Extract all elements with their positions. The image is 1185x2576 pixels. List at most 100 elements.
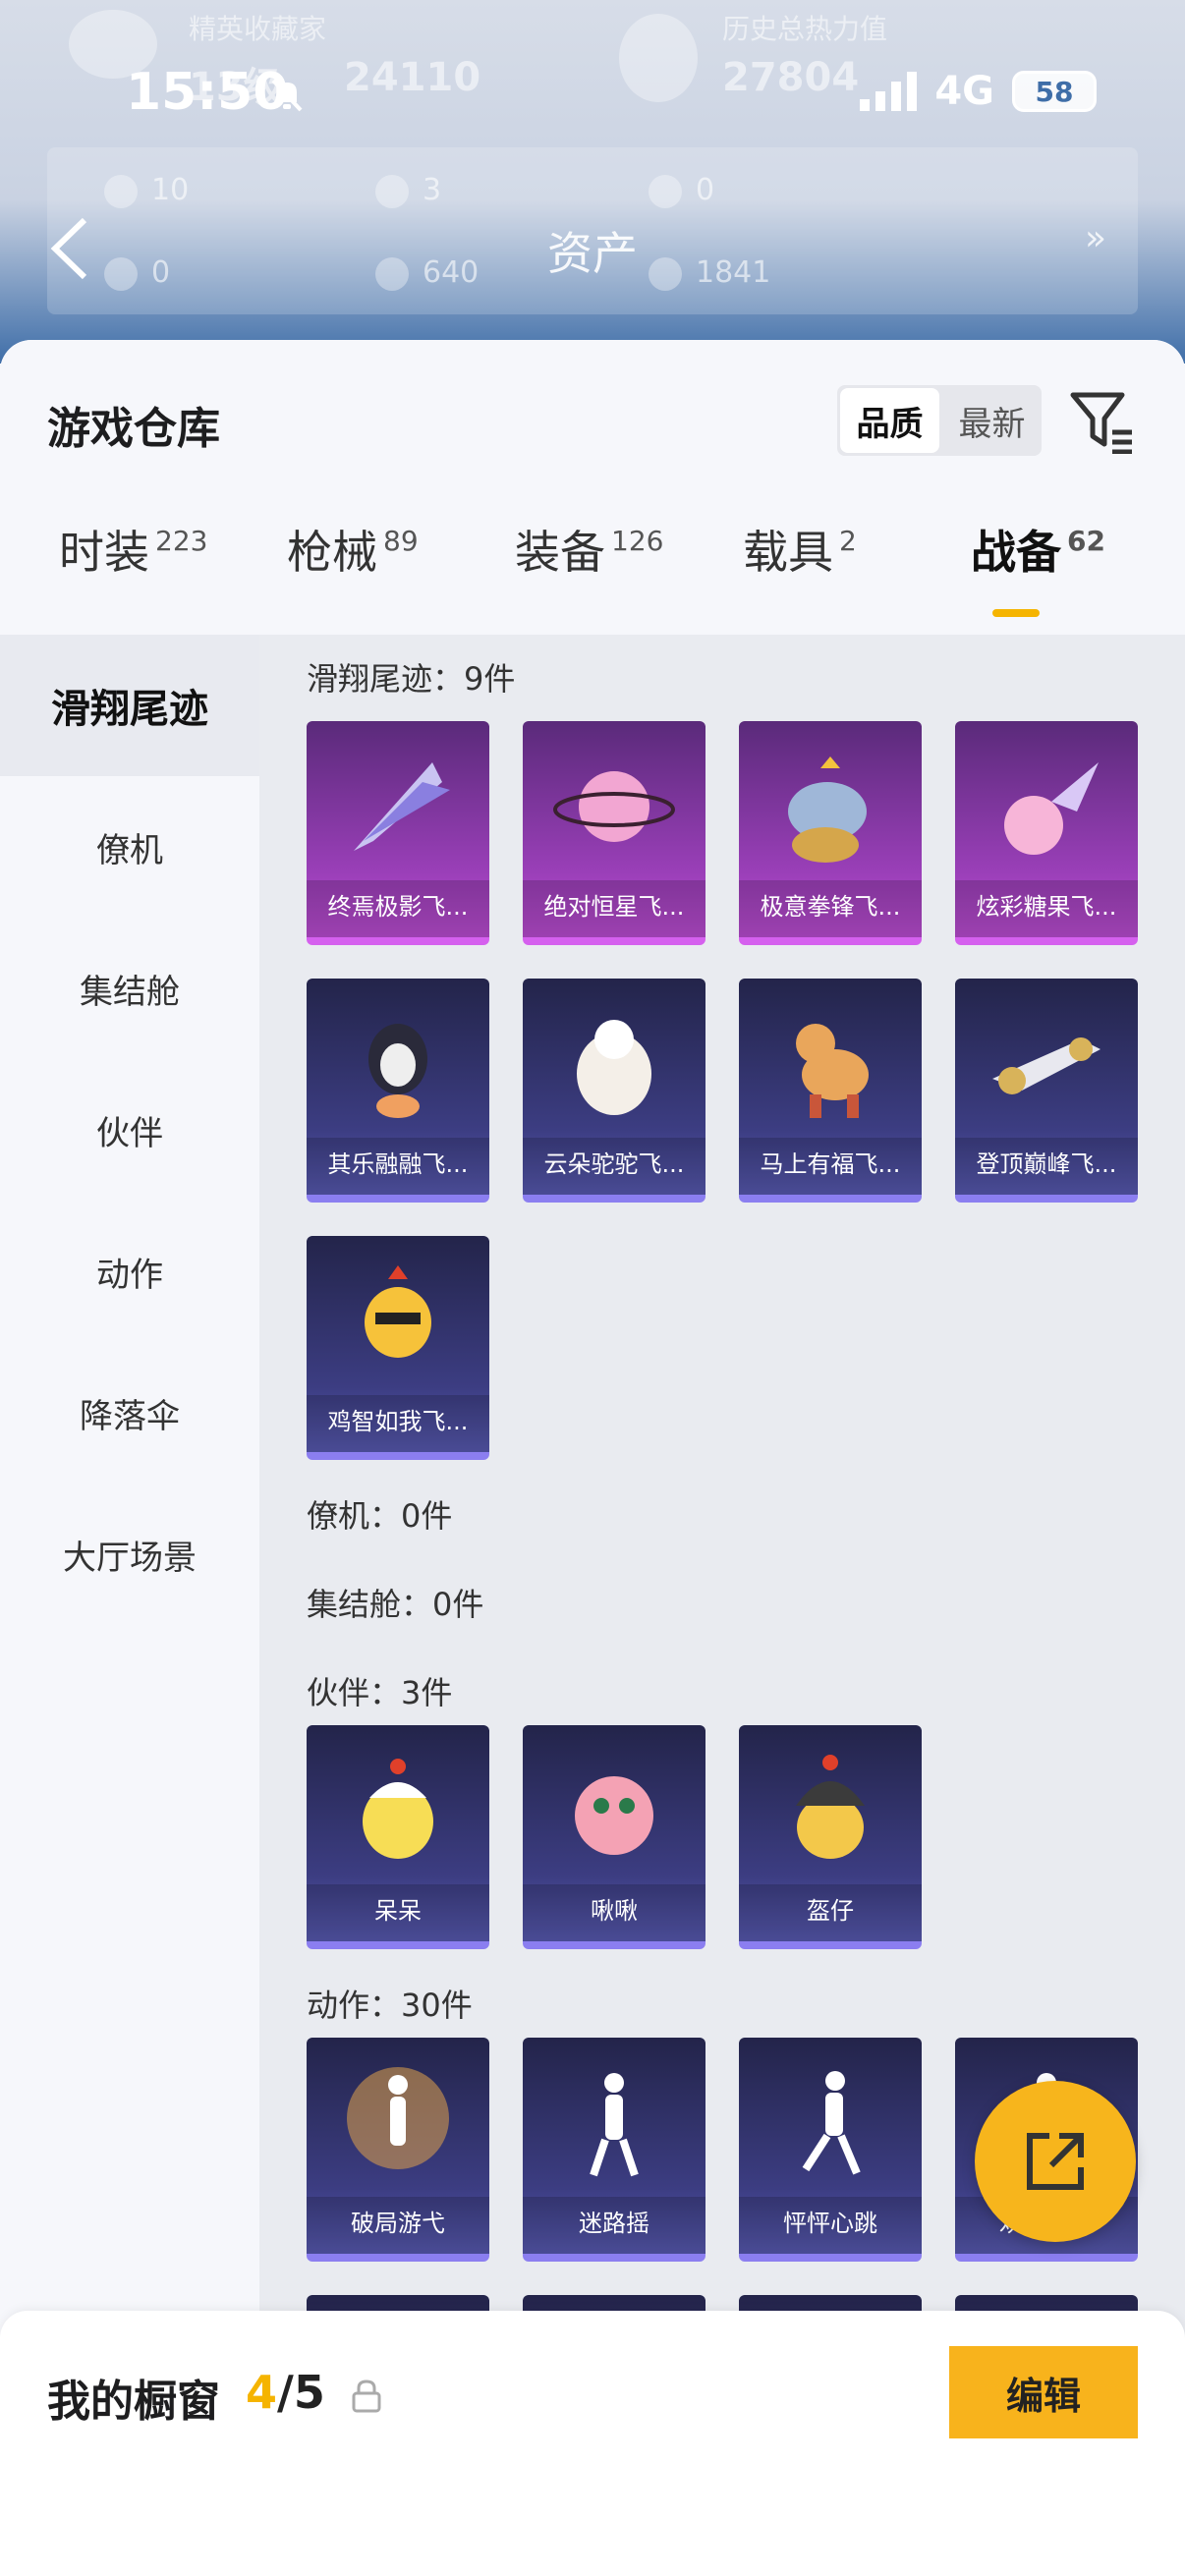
item-grid-panel: 滑翔尾迹：9件 终焉极影飞... 绝对恒星飞... 极意拳锋飞... 炫彩糖果飞…: [259, 635, 1185, 2576]
tab-equipment[interactable]: 装备 126: [515, 517, 663, 582]
item-card[interactable]: 怦怦心跳: [739, 2038, 922, 2262]
tab-guns[interactable]: 枪械 89: [287, 517, 419, 582]
item-card[interactable]: 破局游弋: [307, 2038, 489, 2262]
section-label-wingman: 僚机：0件: [307, 1497, 453, 1535]
heat-value: 27804: [722, 55, 860, 100]
active-tab-indicator: [992, 609, 1040, 617]
network-label: 4G: [934, 69, 994, 114]
tab-battle-prep[interactable]: 战备 62: [971, 517, 1105, 582]
item-card[interactable]: 迷路摇: [523, 2038, 705, 2262]
sidebar-item-glide-trail[interactable]: 滑翔尾迹: [0, 635, 259, 776]
collector-points: 24110: [344, 55, 481, 100]
filter-icon[interactable]: [1069, 389, 1134, 454]
dancer-wings-art-icon: [347, 2067, 449, 2169]
flame-icon: [619, 14, 698, 102]
tab-count: 126: [611, 525, 664, 557]
item-card[interactable]: 呆呆: [307, 1725, 489, 1949]
profile-banner: 精英收藏家 13级 24110 历史总热力值 27804 10 3 0 0 64…: [0, 0, 1185, 364]
sidebar-item-lobby-scene[interactable]: 大厅场景: [0, 1484, 259, 1625]
item-name: 迷路摇: [523, 2197, 705, 2254]
sort-toggle: 品质 最新: [837, 385, 1042, 456]
alpaca-art-icon: [577, 1020, 651, 1115]
share-button[interactable]: [975, 2081, 1136, 2242]
status-indicators: 4G 58: [860, 69, 1097, 114]
item-name: 马上有福飞...: [739, 1138, 922, 1195]
item-name: 鸡智如我飞...: [307, 1395, 489, 1452]
category-sidebar: 滑翔尾迹 僚机 集结舱 伙伴 动作 降落伞 大厅场景: [0, 635, 259, 2576]
item-card[interactable]: 炫彩糖果飞...: [955, 721, 1138, 945]
elephant-art-icon: [788, 756, 867, 863]
tab-count: 89: [383, 525, 419, 557]
item-name: 呆呆: [307, 1884, 489, 1941]
asset-item: 0: [649, 173, 714, 208]
item-card[interactable]: 终焉极影飞...: [307, 721, 489, 945]
pink-creature-art-icon: [575, 1776, 653, 1855]
section-label-capsule: 集结舱：0件: [307, 1586, 484, 1623]
item-card[interactable]: 其乐融融飞...: [307, 979, 489, 1203]
item-name: 其乐融融飞...: [307, 1138, 489, 1195]
tab-count: 62: [1067, 525, 1105, 557]
sidebar-item-capsule[interactable]: 集结舱: [0, 918, 259, 1059]
item-name: 怦怦心跳: [739, 2197, 922, 2254]
edit-button[interactable]: 编辑: [949, 2346, 1138, 2438]
candy-art-icon: [1004, 762, 1099, 855]
egg-chick-art-icon: [363, 1759, 433, 1859]
item-card[interactable]: 云朵驼驼飞...: [523, 979, 705, 1203]
item-name: 啾啾: [523, 1884, 705, 1941]
lock-icon: [352, 2380, 381, 2413]
chicken-art-icon: [365, 1265, 431, 1358]
share-out-icon: [1027, 2133, 1084, 2190]
item-name: 盔仔: [739, 1884, 922, 1941]
item-card[interactable]: 登顶巅峰飞...: [955, 979, 1138, 1203]
double-chevron-icon[interactable]: »: [1085, 218, 1106, 258]
item-name: 登顶巅峰飞...: [955, 1138, 1138, 1195]
item-card[interactable]: 极意拳锋飞...: [739, 721, 922, 945]
page-title: 资产: [547, 227, 638, 280]
jet-art-icon: [992, 1037, 1100, 1094]
tab-fashion[interactable]: 时装 223: [59, 517, 207, 582]
sort-newest-button[interactable]: 最新: [942, 385, 1042, 456]
sidebar-item-partner[interactable]: 伙伴: [0, 1059, 259, 1201]
helmet-chick-art-icon: [796, 1755, 865, 1859]
planet-art-icon: [553, 771, 675, 842]
sort-quality-button[interactable]: 品质: [840, 388, 939, 453]
section-label-glide: 滑翔尾迹：9件: [307, 660, 516, 698]
section-label-emote: 动作：30件: [307, 1987, 473, 2024]
asset-item: 3: [375, 173, 441, 208]
penguin-art-icon: [368, 1024, 427, 1118]
showcase-bar: 我的橱窗 4/5 编辑: [0, 2311, 1185, 2576]
warehouse-sheet: 游戏仓库 品质 最新 时装 223 枪械 89 装备 126 载具 2 战备 62: [0, 340, 1185, 2576]
item-name: 炫彩糖果飞...: [955, 880, 1138, 937]
section-label-partner: 伙伴：3件: [307, 1674, 453, 1711]
tab-count: 223: [155, 525, 208, 557]
heartbeat-dancer-art-icon: [802, 2071, 861, 2175]
item-name: 绝对恒星飞...: [523, 880, 705, 937]
status-time: 15:50: [126, 63, 289, 122]
sidebar-item-wingman[interactable]: 僚机: [0, 776, 259, 918]
sheet-header: 游戏仓库 品质 最新 时装 223 枪械 89 装备 126 载具 2 战备 62: [0, 340, 1185, 635]
item-card[interactable]: 鸡智如我飞...: [307, 1236, 489, 1460]
signal-icon: [860, 72, 918, 111]
asset-item: 10: [104, 173, 189, 208]
mute-bell-icon: [271, 79, 303, 112]
showcase-label: 我的橱窗: [47, 2377, 220, 2427]
item-card[interactable]: 绝对恒星飞...: [523, 721, 705, 945]
warehouse-title: 游戏仓库: [47, 404, 220, 454]
glide-trail-art-icon: [354, 762, 450, 851]
item-card[interactable]: 马上有福飞...: [739, 979, 922, 1203]
sidebar-item-parachute[interactable]: 降落伞: [0, 1342, 259, 1484]
sidebar-item-emote[interactable]: 动作: [0, 1201, 259, 1342]
item-name: 破局游弋: [307, 2197, 489, 2254]
item-name: 极意拳锋飞...: [739, 880, 922, 937]
item-name: 云朵驼驼飞...: [523, 1138, 705, 1195]
heat-label: 历史总热力值: [722, 13, 888, 45]
horse-art-icon: [796, 1024, 869, 1118]
tab-count: 2: [839, 525, 857, 557]
item-name: 终焉极影飞...: [307, 880, 489, 937]
showcase-count: 4/5: [246, 2366, 325, 2419]
item-card[interactable]: 盔仔: [739, 1725, 922, 1949]
tab-vehicles[interactable]: 载具 2: [743, 517, 857, 582]
battery-icon: 58: [1012, 71, 1097, 112]
collector-title: 精英收藏家: [189, 13, 327, 45]
item-card[interactable]: 啾啾: [523, 1725, 705, 1949]
